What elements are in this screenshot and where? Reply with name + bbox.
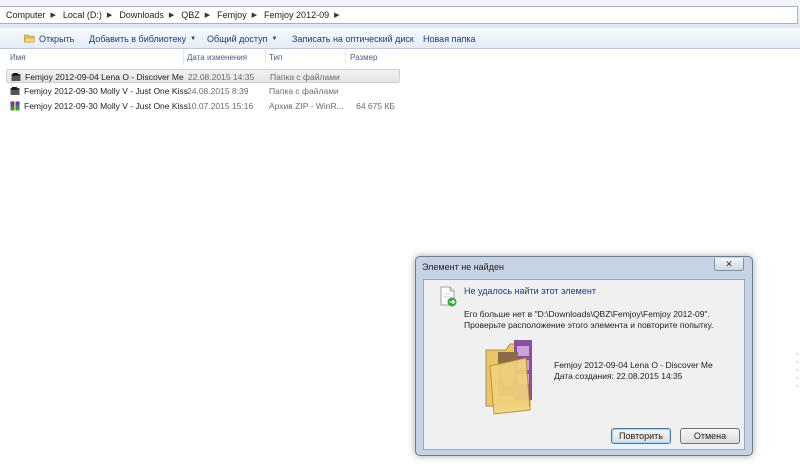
breadcrumb-item-downloads[interactable]: Downloads ▶ bbox=[119, 7, 181, 23]
chevron-right-icon[interactable]: ▶ bbox=[107, 11, 112, 19]
resize-grip[interactable] bbox=[796, 350, 798, 390]
new-folder-button[interactable]: Новая папка bbox=[423, 32, 475, 45]
chevron-down-icon: ▼ bbox=[190, 35, 197, 42]
breadcrumb-item-computer[interactable]: Computer ▶ bbox=[0, 7, 63, 23]
breadcrumb-item-femjoy[interactable]: Femjoy ▶ bbox=[217, 7, 264, 23]
chevron-down-icon: ▼ bbox=[271, 35, 278, 42]
file-row[interactable]: Femjoy 2012-09-04 Lena O - Discover Me 2… bbox=[6, 69, 400, 83]
folder-icon bbox=[10, 86, 20, 96]
close-button[interactable]: ✕ bbox=[714, 258, 744, 271]
close-icon: ✕ bbox=[725, 258, 733, 269]
column-divider[interactable] bbox=[183, 50, 184, 65]
column-header-type[interactable]: Тип bbox=[269, 50, 282, 65]
column-divider[interactable] bbox=[265, 50, 266, 65]
chevron-right-icon[interactable]: ▶ bbox=[51, 11, 56, 19]
chevron-right-icon[interactable]: ▶ bbox=[169, 11, 174, 19]
file-row[interactable]: Femjoy 2012-09-30 Molly V - Just One Kis… bbox=[6, 99, 400, 113]
column-header-size[interactable]: Размер bbox=[350, 50, 378, 65]
column-divider[interactable] bbox=[345, 50, 346, 65]
chevron-right-icon[interactable]: ▶ bbox=[252, 11, 257, 19]
file-row[interactable]: Femjoy 2012-09-30 Molly V - Just One Kis… bbox=[6, 84, 400, 98]
dialog-title: Элемент не найден bbox=[422, 262, 504, 272]
command-toolbar: Открыть Добавить в библиотеку ▼ Общий дос… bbox=[0, 28, 800, 49]
error-message-title: Не удалось найти этот элемент bbox=[464, 286, 596, 296]
chevron-right-icon[interactable]: ▶ bbox=[205, 11, 210, 19]
open-button[interactable]: Открыть bbox=[23, 32, 74, 45]
folder-thumbnail-icon bbox=[484, 336, 544, 416]
error-message-description: Его больше нет в "D:\Downloads\QBZ\Femjo… bbox=[464, 309, 714, 330]
zip-archive-icon bbox=[10, 101, 20, 111]
item-date: Дата создания: 22.08.2015 14:35 bbox=[554, 371, 683, 381]
item-not-found-dialog: Элемент не найден ✕ Не удалось найти это… bbox=[415, 256, 753, 456]
share-button[interactable]: Общий доступ ▼ bbox=[207, 32, 277, 45]
retry-button[interactable]: Повторить bbox=[611, 428, 671, 444]
breadcrumb[interactable]: Computer ▶ Local (D:) ▶ Downloads ▶ QBZ ▶ Fe… bbox=[0, 6, 798, 24]
open-folder-icon bbox=[23, 34, 36, 43]
add-to-library-button[interactable]: Добавить в библиотеку ▼ bbox=[89, 32, 196, 45]
chevron-right-icon[interactable]: ▶ bbox=[334, 11, 339, 19]
column-header-date[interactable]: Дата изменения bbox=[187, 50, 247, 65]
address-bar-area: Computer ▶ Local (D:) ▶ Downloads ▶ QBZ ▶ Fe… bbox=[0, 0, 800, 28]
breadcrumb-item-local-disk[interactable]: Local (D:) ▶ bbox=[63, 7, 119, 23]
column-header-name[interactable]: Имя bbox=[10, 50, 26, 65]
dialog-content: Не удалось найти этот элемент Его больше… bbox=[423, 279, 745, 450]
breadcrumb-item-qbz[interactable]: QBZ ▶ bbox=[181, 7, 217, 23]
item-name: Femjoy 2012-09-04 Lena O - Discover Me bbox=[554, 360, 713, 370]
breadcrumb-item-femjoy-2012-09[interactable]: Femjoy 2012-09 ▶ bbox=[264, 7, 346, 23]
missing-file-icon bbox=[438, 286, 458, 308]
cancel-button[interactable]: Отмена bbox=[680, 428, 740, 444]
burn-disc-button[interactable]: Записать на оптический диск bbox=[292, 32, 414, 45]
folder-icon bbox=[11, 72, 21, 82]
